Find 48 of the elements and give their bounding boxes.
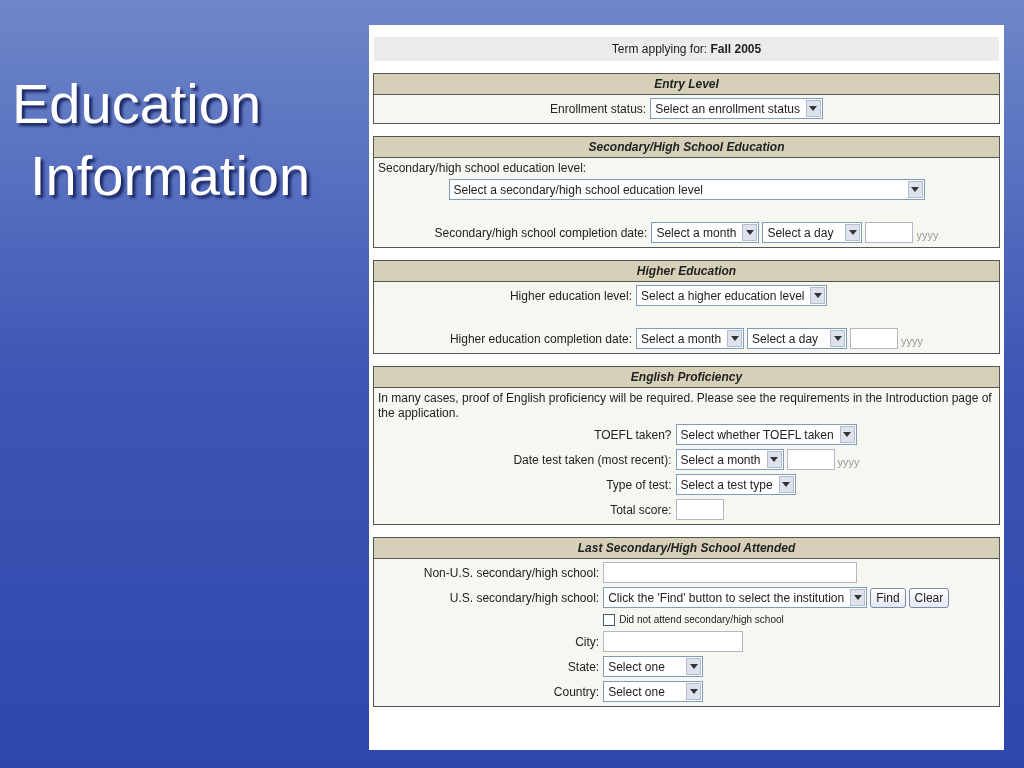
slide-title: Education: [12, 71, 262, 137]
dropdown[interactable]: Select a higher education level: [636, 285, 828, 306]
section-header: Higher Education: [374, 261, 999, 282]
section-header: English Proficiency: [374, 367, 999, 388]
dropdown[interactable]: Select a test type: [675, 474, 796, 495]
input-field[interactable]: [786, 449, 835, 470]
field-label: City:: [575, 633, 600, 651]
field-label: Total score:: [610, 501, 672, 519]
input-field[interactable]: [865, 222, 914, 243]
dropdown[interactable]: Click the 'Find' button to select the institution: [603, 587, 868, 608]
field-label: Higher education completion date:: [449, 330, 633, 348]
format-hint: yyyy: [901, 333, 924, 349]
dropdown[interactable]: Select one: [603, 681, 704, 702]
input-field[interactable]: [675, 499, 724, 520]
input-field[interactable]: [850, 328, 899, 349]
action-button[interactable]: Clear: [908, 587, 950, 608]
field-label: State:: [567, 658, 600, 676]
dropdown[interactable]: Select an enrollment status: [650, 98, 823, 119]
action-button[interactable]: Find: [870, 587, 906, 608]
dropdown[interactable]: Select a month: [675, 449, 784, 470]
dropdown[interactable]: Select whether TOEFL taken: [675, 424, 857, 445]
section-header: Secondary/High School Education: [374, 137, 999, 158]
format-hint: yyyy: [837, 454, 860, 470]
format-hint: yyyy: [916, 227, 939, 243]
checkbox[interactable]: [603, 613, 616, 626]
input-field[interactable]: [603, 562, 858, 583]
field-label: Enrollment status:: [550, 100, 647, 118]
dropdown[interactable]: Select a day: [762, 222, 863, 243]
field-label: Higher education level:: [509, 287, 633, 305]
section-header: Last Secondary/High School Attended: [374, 538, 999, 559]
section-note: In many cases, proof of English proficiency will be required. Please see the requirements in the Introduction page of the application.: [377, 390, 993, 421]
slide-title: Information: [29, 143, 311, 209]
dropdown[interactable]: Select a secondary/high school education level: [448, 179, 925, 200]
dropdown[interactable]: Select one: [603, 656, 704, 677]
field-label: Secondary/high school completion date:: [434, 224, 648, 242]
dropdown[interactable]: Select a day: [747, 328, 848, 349]
field-label: TOEFL taken?: [594, 426, 672, 444]
dropdown[interactable]: Select a month: [636, 328, 745, 349]
dropdown[interactable]: Select a month: [651, 222, 760, 243]
field-label: U.S. secondary/high school:: [449, 589, 600, 607]
field-label: Date test taken (most recent):: [513, 451, 672, 469]
section-note: Secondary/high school education level:: [377, 160, 588, 176]
field-label: Type of test:: [606, 476, 672, 494]
input-field[interactable]: [603, 631, 744, 652]
field-label: Non-U.S. secondary/high school:: [423, 564, 600, 582]
field-label: Country:: [553, 683, 600, 701]
section-header: Entry Level: [374, 74, 999, 95]
checkbox-label: Did not attend secondary/high school: [619, 613, 784, 627]
